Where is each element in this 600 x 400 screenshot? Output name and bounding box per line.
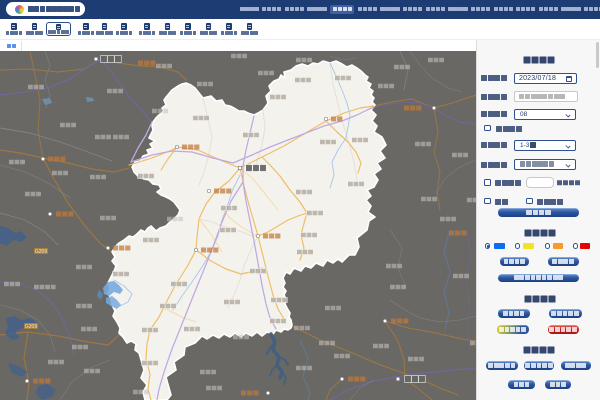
svg-text:G209: G209 bbox=[35, 249, 47, 255]
svg-text:G209: G209 bbox=[25, 324, 37, 330]
